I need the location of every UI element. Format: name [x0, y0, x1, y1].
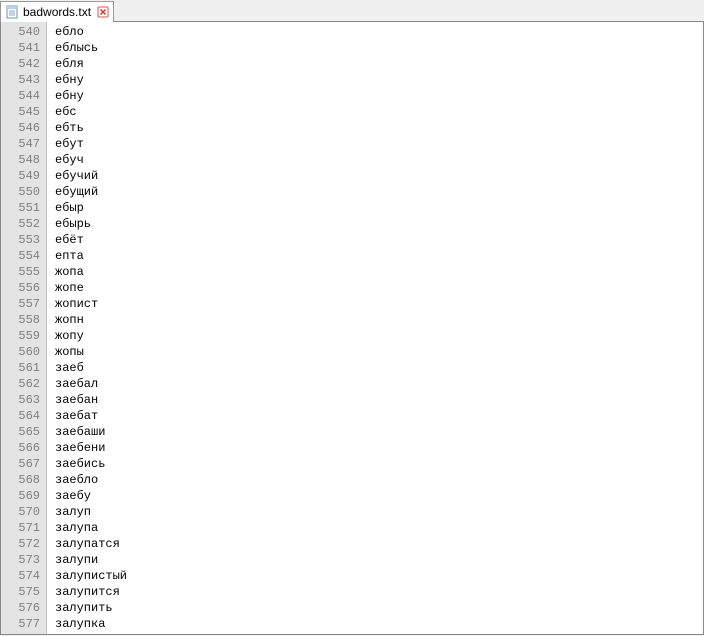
line-number: 542	[3, 56, 40, 72]
line-number: 571	[3, 520, 40, 536]
file-icon	[5, 5, 19, 19]
text-line: ебучий	[55, 168, 703, 184]
line-number: 563	[3, 392, 40, 408]
text-line: заебись	[55, 456, 703, 472]
text-line: ебну	[55, 72, 703, 88]
line-number: 540	[3, 24, 40, 40]
line-number: 546	[3, 120, 40, 136]
text-line: ебло	[55, 24, 703, 40]
text-line: ебля	[55, 56, 703, 72]
line-number: 577	[3, 616, 40, 632]
text-line: жопы	[55, 344, 703, 360]
text-line: еблысь	[55, 40, 703, 56]
text-line: заебени	[55, 440, 703, 456]
line-number: 552	[3, 216, 40, 232]
text-line: залупи	[55, 552, 703, 568]
text-line: заебло	[55, 472, 703, 488]
text-line: заебан	[55, 392, 703, 408]
text-line: заеб	[55, 360, 703, 376]
text-line: залупа	[55, 520, 703, 536]
text-line: залупистый	[55, 568, 703, 584]
text-line: ебть	[55, 120, 703, 136]
text-line: ебну	[55, 88, 703, 104]
line-number: 573	[3, 552, 40, 568]
text-line: залупится	[55, 584, 703, 600]
line-number: 562	[3, 376, 40, 392]
close-icon[interactable]	[97, 6, 109, 18]
line-number: 553	[3, 232, 40, 248]
line-number: 547	[3, 136, 40, 152]
text-line: ебырь	[55, 216, 703, 232]
text-line: жопн	[55, 312, 703, 328]
text-line: жопу	[55, 328, 703, 344]
line-number: 572	[3, 536, 40, 552]
line-number: 565	[3, 424, 40, 440]
line-number: 561	[3, 360, 40, 376]
line-number: 569	[3, 488, 40, 504]
text-line: ебыр	[55, 200, 703, 216]
line-number: 559	[3, 328, 40, 344]
line-number: 556	[3, 280, 40, 296]
line-number: 566	[3, 440, 40, 456]
text-line: жопист	[55, 296, 703, 312]
text-line: жопе	[55, 280, 703, 296]
tab-label: badwords.txt	[23, 5, 91, 19]
line-number: 548	[3, 152, 40, 168]
line-number: 568	[3, 472, 40, 488]
text-line: залупить	[55, 600, 703, 616]
editor-area: 5405415425435445455465475485495505515525…	[0, 22, 704, 635]
line-number: 549	[3, 168, 40, 184]
text-line: ебуч	[55, 152, 703, 168]
line-number: 541	[3, 40, 40, 56]
text-line: заебаши	[55, 424, 703, 440]
line-number: 570	[3, 504, 40, 520]
line-number: 544	[3, 88, 40, 104]
text-line: залуп	[55, 504, 703, 520]
text-line: заебал	[55, 376, 703, 392]
line-number: 545	[3, 104, 40, 120]
line-number: 557	[3, 296, 40, 312]
line-number: 560	[3, 344, 40, 360]
line-number: 575	[3, 584, 40, 600]
text-line: заебат	[55, 408, 703, 424]
line-number: 554	[3, 248, 40, 264]
text-line: жопа	[55, 264, 703, 280]
text-line: ебут	[55, 136, 703, 152]
line-number-gutter: 5405415425435445455465475485495505515525…	[1, 22, 47, 634]
line-number: 550	[3, 184, 40, 200]
text-line: заебу	[55, 488, 703, 504]
line-number: 543	[3, 72, 40, 88]
text-line: епта	[55, 248, 703, 264]
line-number: 555	[3, 264, 40, 280]
tab-bar: badwords.txt	[0, 0, 704, 22]
text-line: ебс	[55, 104, 703, 120]
tab-badwords[interactable]: badwords.txt	[0, 1, 114, 22]
text-line: залупка	[55, 616, 703, 632]
line-number: 551	[3, 200, 40, 216]
line-number: 576	[3, 600, 40, 616]
line-number: 567	[3, 456, 40, 472]
text-line: залупатся	[55, 536, 703, 552]
line-number: 558	[3, 312, 40, 328]
text-line: ебёт	[55, 232, 703, 248]
line-number: 564	[3, 408, 40, 424]
text-line: ебущий	[55, 184, 703, 200]
text-content[interactable]: еблоеблысьебляебнуебнуебсебтьебутебучебу…	[47, 22, 703, 634]
line-number: 574	[3, 568, 40, 584]
